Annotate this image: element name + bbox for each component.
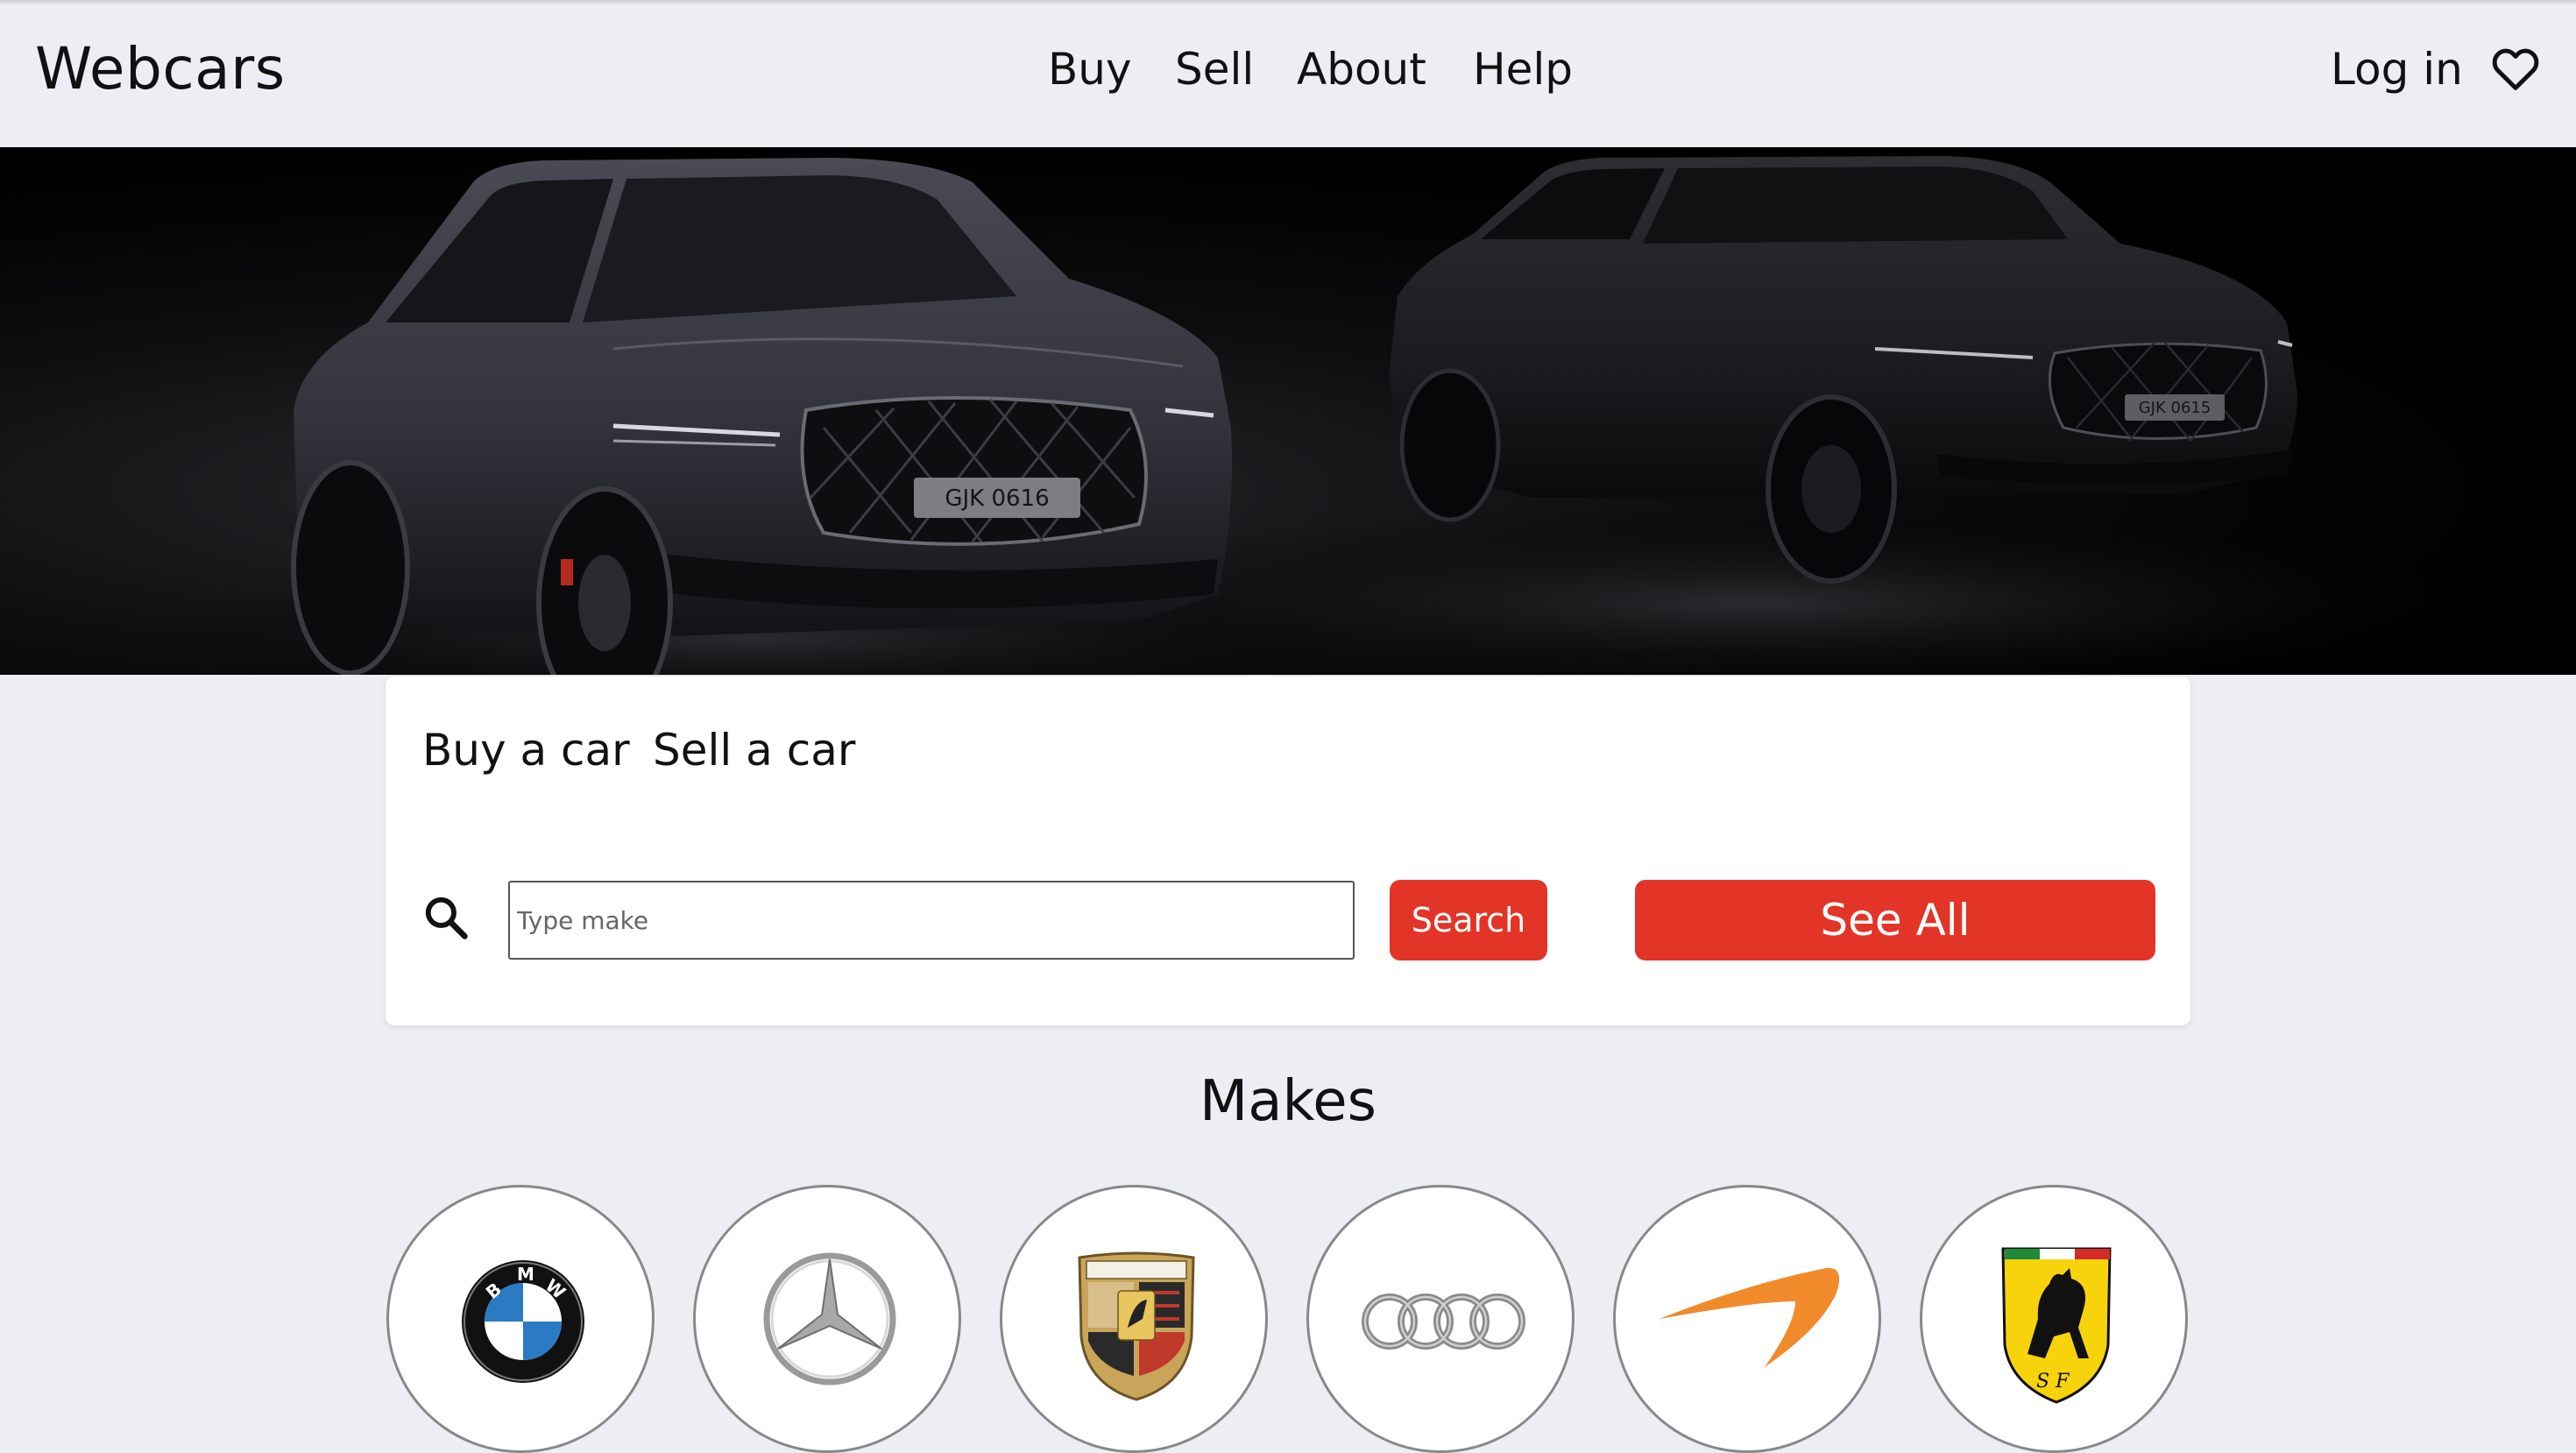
make-mclaren[interactable] <box>1613 1185 1881 1453</box>
audi-logo-icon <box>1362 1294 1525 1350</box>
hero-banner: GJK 0616 GJK 0615 <box>0 147 2576 675</box>
search-button[interactable]: Search <box>1390 880 1547 960</box>
nav-buy[interactable]: Buy <box>1048 44 1132 95</box>
makes-heading: Makes <box>1200 1069 1376 1134</box>
site-header: Webcars Buy Sell About Help Log in <box>0 0 2576 147</box>
see-all-button[interactable]: See All <box>1635 880 2155 960</box>
ferrari-logo-icon: S F <box>2001 1247 2112 1404</box>
plate-left: GJK 0616 <box>945 486 1049 512</box>
nav-about[interactable]: About <box>1297 44 1426 95</box>
porsche-logo-icon <box>1078 1251 1195 1401</box>
mercedes-logo-icon <box>763 1252 896 1386</box>
search-card: Buy a car Sell a car Search See All <box>386 677 2190 1025</box>
make-search-input[interactable] <box>508 881 1355 960</box>
tab-sell-a-car[interactable]: Sell a car <box>653 725 855 776</box>
mclaren-logo-icon <box>1660 1267 1840 1367</box>
tab-buy-a-car[interactable]: Buy a car <box>422 725 630 776</box>
heart-icon[interactable] <box>2492 47 2539 91</box>
hero-cars-image: GJK 0616 GJK 0615 <box>140 156 2541 675</box>
make-porsche[interactable] <box>1000 1185 1268 1453</box>
make-mercedes[interactable] <box>693 1185 961 1453</box>
car-left: GJK 0616 <box>291 158 1232 675</box>
search-icon <box>425 897 468 939</box>
svg-text:S F: S F <box>2036 1371 2070 1393</box>
make-audi[interactable] <box>1306 1185 1575 1453</box>
svg-text:M: M <box>517 1264 534 1285</box>
make-ferrari[interactable]: S F <box>1920 1185 2188 1453</box>
bmw-logo-icon: B M W <box>462 1260 584 1383</box>
nav-sell[interactable]: Sell <box>1175 44 1254 95</box>
make-bmw[interactable]: B M W <box>386 1185 655 1453</box>
login-link[interactable]: Log in <box>2331 44 2463 95</box>
plate-right: GJK 0615 <box>2139 399 2212 417</box>
brand-logo[interactable]: Webcars <box>35 35 286 103</box>
nav-help[interactable]: Help <box>1473 44 1573 95</box>
